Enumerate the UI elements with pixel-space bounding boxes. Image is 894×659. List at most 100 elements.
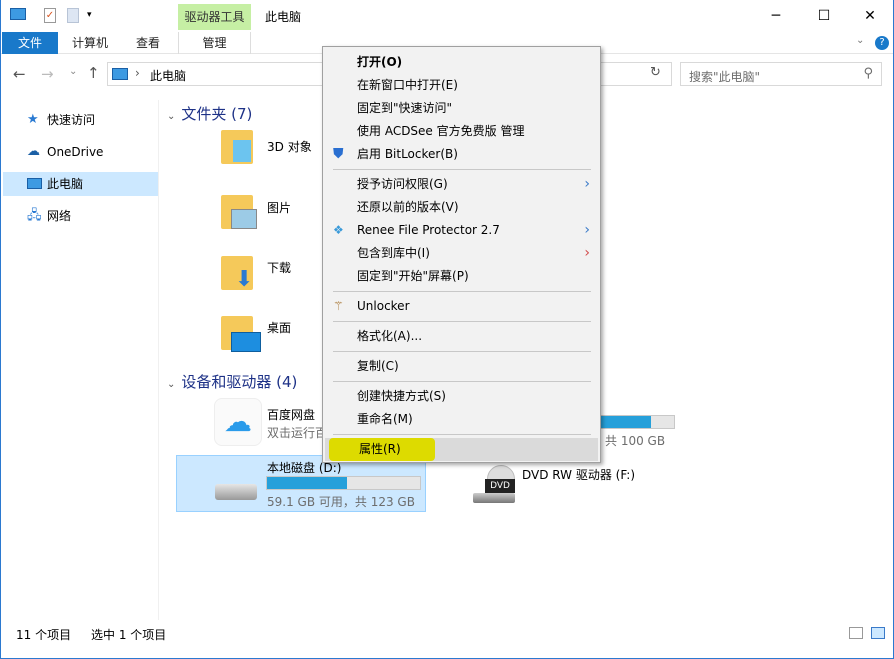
menu-item-grant-access[interactable]: 授予访问权限(G) › [323, 173, 600, 196]
menu-item-create-shortcut[interactable]: 创建快捷方式(S) [323, 385, 600, 408]
network-icon: 🖧 [27, 208, 42, 223]
optical-drive-icon [473, 493, 515, 503]
menu-item-unlocker[interactable]: ⚚ Unlocker [323, 295, 600, 318]
menu-item-open[interactable]: 打开(O) [323, 51, 600, 74]
menu-item-rename[interactable]: 重命名(M) [323, 408, 600, 431]
menu-item-pin-quick-access[interactable]: 固定到"快速访问" [323, 97, 600, 120]
menu-item-format[interactable]: 格式化(A)... [323, 325, 600, 348]
baidu-netdisk-desc: 双击运行百 [267, 426, 328, 440]
menu-item-label: 包含到库中(I) [357, 246, 430, 260]
sidebar-item-this-pc[interactable]: 此电脑 [3, 172, 158, 196]
drive-tools-tab-header: 驱动器工具 [178, 4, 251, 30]
folder-downloads[interactable]: 下载 [267, 259, 291, 276]
properties-icon[interactable]: ✓ [44, 8, 56, 23]
menu-item-label: 属性(R) [359, 442, 401, 456]
new-folder-icon[interactable] [67, 8, 79, 23]
dvd-badge: DVD [485, 479, 515, 493]
collapse-icon[interactable]: ⌄ [167, 111, 175, 122]
details-view-icon[interactable] [849, 627, 863, 639]
folders-group-header[interactable]: ⌄ 文件夹 (7) [167, 103, 252, 124]
refresh-icon[interactable]: ↻ [650, 65, 661, 80]
local-disk-usage-bar [266, 476, 421, 490]
desktop-folder-icon [221, 316, 261, 352]
menu-item-restore-versions[interactable]: 还原以前的版本(V) [323, 196, 600, 219]
sidebar-item-label: 此电脑 [47, 177, 84, 191]
tab-computer[interactable]: 计算机 [63, 32, 117, 54]
star-icon: ★ [27, 112, 39, 127]
large-icons-view-icon[interactable] [871, 627, 885, 639]
cloud-icon: ☁ [27, 144, 40, 159]
menu-item-bitlocker[interactable]: ⛊ 启用 BitLocker(B) [323, 143, 600, 166]
menu-separator [333, 351, 591, 352]
search-placeholder: 搜索"此电脑" [689, 70, 761, 84]
menu-item-label: Unlocker [357, 299, 410, 313]
close-button[interactable]: ✕ [847, 4, 893, 28]
pictures-folder-icon [221, 195, 257, 229]
shield-icon: ⛊ [333, 146, 344, 162]
devices-group-header[interactable]: ⌄ 设备和驱动器 (4) [167, 371, 297, 392]
customize-toolbar-icon[interactable]: ▾ [87, 10, 92, 20]
3d-objects-folder-icon [221, 130, 253, 164]
menu-separator [333, 169, 591, 170]
forward-button[interactable]: → [41, 65, 54, 83]
baidu-netdisk-icon: ☁ [214, 398, 262, 446]
submenu-arrow-icon: › [584, 176, 590, 192]
menu-item-properties[interactable]: 属性(R) [325, 438, 598, 461]
navigation-pane: ★ 快速访问 ☁ OneDrive 此电脑 🖧 网络 [1, 100, 159, 620]
folder-desktop[interactable]: 桌面 [267, 319, 291, 336]
menu-separator [333, 321, 591, 322]
menu-item-acdsee[interactable]: 使用 ACDSee 官方免费版 管理 [323, 120, 600, 143]
menu-item-include-library[interactable]: 包含到库中(I) › [323, 242, 600, 265]
wand-icon: ⚚ [333, 299, 344, 313]
folder-pictures[interactable]: 图片 [267, 199, 291, 216]
computer-icon [10, 8, 26, 20]
sidebar-item-quick-access[interactable]: ★ 快速访问 [3, 108, 158, 132]
computer-icon [27, 178, 42, 189]
menu-item-label: Renee File Protector 2.7 [357, 223, 500, 237]
menu-item-label: 授予访问权限(G) [357, 177, 448, 191]
menu-separator [333, 381, 591, 382]
submenu-arrow-icon: › [584, 222, 590, 238]
menu-item-copy[interactable]: 复制(C) [323, 355, 600, 378]
submenu-arrow-icon: › [584, 245, 590, 261]
baidu-netdisk-name[interactable]: 百度网盘 [267, 406, 315, 423]
local-disk-info: 59.1 GB 可用，共 123 GB [267, 495, 415, 509]
tab-view[interactable]: 查看 [125, 32, 171, 54]
item-count: 11 个项目 [16, 628, 72, 642]
tab-manage[interactable]: 管理 [178, 32, 251, 54]
group-title: 文件夹 (7) [181, 105, 253, 123]
tab-file[interactable]: 文件 [2, 32, 58, 54]
maximize-button[interactable]: ☐ [801, 4, 847, 28]
up-button[interactable]: ↑ [87, 64, 100, 82]
group-title: 设备和驱动器 (4) [181, 373, 298, 391]
menu-item-renee[interactable]: ❖ Renee File Protector 2.7 › [323, 219, 600, 242]
selection-count: 选中 1 个项目 [91, 628, 167, 642]
search-input[interactable]: 搜索"此电脑" ⚲ [680, 62, 882, 86]
help-icon[interactable]: ? [875, 36, 889, 50]
sidebar-item-onedrive[interactable]: ☁ OneDrive [3, 140, 158, 164]
sidebar-item-network[interactable]: 🖧 网络 [3, 204, 158, 228]
menu-separator [333, 434, 591, 435]
computer-icon [112, 68, 128, 80]
menu-item-open-new-window[interactable]: 在新窗口中打开(E) [323, 74, 600, 97]
dvd-drive-name[interactable]: DVD RW 驱动器 (F:) [522, 466, 635, 483]
breadcrumb-this-pc[interactable]: 此电脑 [150, 67, 186, 84]
window-title: 此电脑 [265, 10, 302, 24]
menu-item-pin-start[interactable]: 固定到"开始"屏幕(P) [323, 265, 600, 288]
recent-locations-icon[interactable]: ⌄ [69, 66, 77, 77]
menu-item-label: 启用 BitLocker(B) [357, 147, 458, 161]
collapse-icon[interactable]: ⌄ [167, 379, 175, 390]
hard-drive-icon [215, 484, 257, 500]
drive-info: 共 100 GB [605, 434, 666, 448]
sidebar-item-label: OneDrive [47, 145, 104, 159]
folder-3d-objects[interactable]: 3D 对象 [267, 138, 312, 155]
search-icon[interactable]: ⚲ [863, 66, 873, 81]
back-button[interactable]: ← [13, 65, 26, 83]
context-menu: 打开(O) 在新窗口中打开(E) 固定到"快速访问" 使用 ACDSee 官方免… [322, 46, 601, 463]
usage-bar-fill [267, 477, 347, 489]
title-bar: ✓ ▾ 驱动器工具 此电脑 ─ ☐ ✕ [1, 0, 893, 32]
breadcrumb-chevron-icon: › [135, 66, 140, 80]
expand-ribbon-icon[interactable]: ⌄ [856, 35, 864, 46]
minimize-button[interactable]: ─ [753, 4, 799, 28]
menu-separator [333, 291, 591, 292]
